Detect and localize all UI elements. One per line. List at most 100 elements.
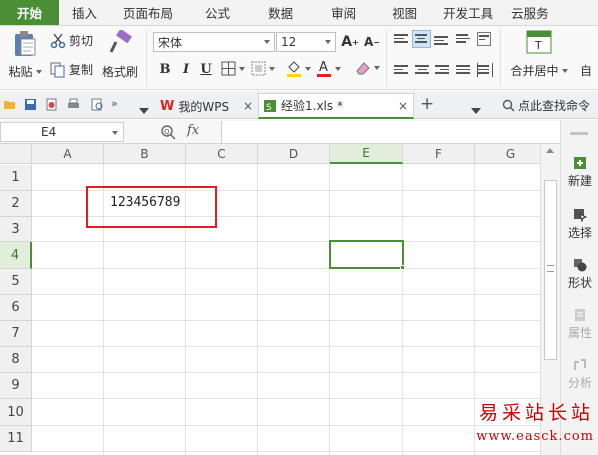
fx-button[interactable]: fx bbox=[187, 123, 199, 138]
watermark-url: www.easck.com bbox=[476, 429, 594, 444]
tab-view[interactable]: 视图 bbox=[375, 0, 434, 25]
formula-input[interactable] bbox=[221, 121, 560, 143]
tab-cloud[interactable]: 云服务 bbox=[502, 0, 558, 25]
row-header-7[interactable]: 7 bbox=[0, 321, 32, 347]
wrap-text-icon[interactable] bbox=[477, 32, 491, 46]
export-pdf-icon[interactable] bbox=[45, 98, 58, 111]
align-right-icon[interactable] bbox=[435, 63, 451, 77]
borders-button[interactable] bbox=[221, 61, 245, 76]
tab-page-layout[interactable]: 页面布局 bbox=[110, 0, 186, 25]
scissors-icon bbox=[50, 33, 66, 49]
side-new-button[interactable]: 新建 bbox=[561, 156, 598, 189]
row-header-1[interactable]: 1 bbox=[0, 165, 32, 191]
row-header-3[interactable]: 3 bbox=[0, 217, 32, 242]
scroll-thumb[interactable] bbox=[544, 180, 557, 360]
align-top-icon[interactable] bbox=[394, 32, 410, 46]
column-header-f[interactable]: F bbox=[403, 144, 475, 164]
column-header-c[interactable]: C bbox=[186, 144, 258, 164]
row-header-9[interactable]: 9 bbox=[0, 373, 32, 399]
zoom-formula-icon[interactable]: Q bbox=[160, 124, 176, 140]
align-middle-icon[interactable] bbox=[412, 30, 431, 48]
format-painter-button[interactable]: 格式刷 bbox=[102, 29, 138, 80]
side-shape-button[interactable]: 形状 bbox=[561, 258, 598, 291]
row-header-8[interactable]: 8 bbox=[0, 347, 32, 373]
underline-button[interactable]: U bbox=[197, 60, 215, 78]
scroll-up-icon[interactable] bbox=[546, 148, 554, 153]
tab-workbook-label: 经验1.xls * bbox=[281, 99, 343, 113]
print-preview-icon[interactable] bbox=[91, 98, 104, 111]
cell-fill-pattern-button[interactable] bbox=[251, 61, 275, 76]
copy-button[interactable]: 复制 bbox=[50, 61, 93, 78]
clear-format-button[interactable] bbox=[355, 60, 380, 76]
wps-spreadsheet-window: 开始 插入 页面布局 公式 数据 审阅 视图 开发工具 云服务 粘贴 剪切 复制 bbox=[0, 0, 598, 455]
svg-text:Q: Q bbox=[164, 128, 170, 136]
row-header-11[interactable]: 11 bbox=[0, 426, 32, 452]
new-tab-icon[interactable]: + bbox=[420, 94, 434, 114]
align-bottom-icon[interactable] bbox=[434, 34, 450, 48]
svg-text:T: T bbox=[534, 39, 542, 52]
cut-button[interactable]: 剪切 bbox=[50, 32, 93, 49]
name-box[interactable]: E4 bbox=[0, 122, 124, 142]
fill-handle[interactable] bbox=[400, 265, 405, 270]
auto-wrap-button[interactable]: 自 bbox=[580, 62, 592, 79]
command-search[interactable]: 点此查找命令 bbox=[502, 97, 590, 114]
decrease-font-size-icon[interactable]: A − bbox=[362, 33, 382, 51]
tab-data[interactable]: 数据 bbox=[249, 0, 312, 25]
column-header-e[interactable]: E bbox=[330, 144, 403, 164]
save-icon[interactable] bbox=[24, 98, 37, 111]
font-name-select[interactable]: 宋体 bbox=[153, 32, 275, 52]
name-box-value: E4 bbox=[41, 125, 57, 139]
align-center-icon[interactable] bbox=[415, 63, 431, 77]
new-document-icon bbox=[573, 156, 587, 170]
select-all-corner[interactable] bbox=[0, 144, 32, 164]
active-cell-e4[interactable] bbox=[329, 240, 404, 269]
print-icon[interactable] bbox=[67, 98, 80, 111]
row-header-10[interactable]: 10 bbox=[0, 399, 32, 426]
column-header-d[interactable]: D bbox=[258, 144, 330, 164]
paste-button[interactable]: 粘贴 bbox=[6, 30, 44, 80]
tab-start[interactable]: 开始 bbox=[0, 0, 60, 25]
column-header-a[interactable]: A bbox=[32, 144, 104, 164]
search-icon bbox=[502, 99, 515, 112]
open-folder-icon[interactable] bbox=[3, 98, 16, 111]
dropdown-arrow-icon[interactable] bbox=[136, 103, 149, 116]
row-header-4[interactable]: 4 bbox=[0, 242, 32, 269]
column-header-b[interactable]: B bbox=[104, 144, 186, 164]
panel-drag-bar bbox=[570, 132, 588, 135]
row-header-2[interactable]: 2 bbox=[0, 191, 32, 217]
merge-center-button[interactable]: T 合并居中 bbox=[510, 30, 568, 79]
align-left-icon[interactable] bbox=[394, 63, 410, 77]
italic-button[interactable]: I bbox=[177, 60, 195, 78]
auto-wrap-label: 自 bbox=[580, 64, 593, 78]
tab-workbook[interactable]: S 经验1.xls * × bbox=[258, 93, 414, 119]
bold-button[interactable]: B bbox=[156, 60, 174, 78]
font-color-button[interactable]: A bbox=[316, 59, 341, 78]
spreadsheet-file-icon: S bbox=[263, 99, 277, 113]
justify-icon[interactable] bbox=[456, 63, 472, 77]
close-icon[interactable]: × bbox=[243, 99, 253, 113]
side-analysis-button[interactable]: 分析 bbox=[561, 358, 598, 391]
row-header-5[interactable]: 5 bbox=[0, 269, 32, 295]
chevron-down-icon bbox=[239, 66, 245, 71]
tab-review[interactable]: 审阅 bbox=[312, 0, 375, 25]
tab-list-icon[interactable] bbox=[468, 103, 481, 116]
tab-developer[interactable]: 开发工具 bbox=[434, 0, 502, 25]
side-select-label: 选择 bbox=[567, 226, 592, 240]
font-size-select[interactable]: 12 bbox=[276, 32, 336, 52]
fill-color-button[interactable] bbox=[286, 60, 311, 78]
more-chevron-icon[interactable]: » bbox=[111, 97, 124, 110]
increase-font-size-icon[interactable]: A + bbox=[340, 33, 360, 51]
analysis-icon bbox=[573, 358, 587, 372]
side-select-button[interactable]: 选择 bbox=[561, 208, 598, 241]
row-header-6[interactable]: 6 bbox=[0, 295, 32, 321]
column-header-g[interactable]: G bbox=[475, 144, 540, 164]
side-properties-button[interactable]: 属性 bbox=[561, 308, 598, 341]
orientation-icon[interactable] bbox=[456, 32, 472, 46]
close-icon[interactable]: × bbox=[398, 99, 408, 113]
copy-icon bbox=[50, 62, 66, 78]
spreadsheet-grid[interactable]: A B C D E F G 1 2 3 4 5 6 7 8 9 10 11 12 bbox=[0, 144, 540, 455]
distributed-align-icon[interactable] bbox=[477, 63, 493, 77]
tab-my-wps[interactable]: W 我的WPS × bbox=[155, 93, 257, 119]
tab-formulas[interactable]: 公式 bbox=[186, 0, 249, 25]
tab-insert[interactable]: 插入 bbox=[59, 0, 110, 25]
